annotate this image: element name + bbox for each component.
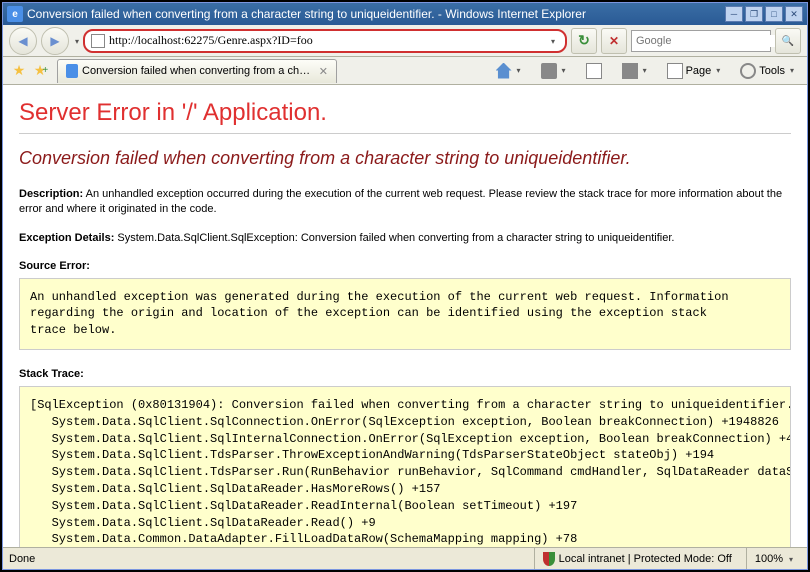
tabbar: ★ ★+ Conversion failed when converting f… xyxy=(3,57,807,85)
navbar xyxy=(3,25,807,57)
gear-icon xyxy=(740,63,756,79)
page-label: Page xyxy=(686,65,712,77)
page-icon xyxy=(667,63,683,79)
page-icon xyxy=(91,34,105,48)
zone-text: Local intranet | Protected Mode: Off xyxy=(559,553,732,565)
description: Description: An unhandled exception occu… xyxy=(19,187,791,217)
close-button[interactable]: ✕ xyxy=(785,6,803,22)
tools-label: Tools xyxy=(759,65,785,77)
feeds-button[interactable] xyxy=(534,60,573,82)
mail-button[interactable] xyxy=(579,60,609,82)
plus-icon: + xyxy=(42,65,48,76)
address-bar[interactable] xyxy=(83,29,567,53)
error-subheading: Conversion failed when converting from a… xyxy=(19,148,791,169)
add-favorite-button[interactable]: ★+ xyxy=(33,61,53,81)
zone-panel: Local intranet | Protected Mode: Off xyxy=(534,548,740,569)
refresh-icon xyxy=(578,32,590,49)
search-button[interactable] xyxy=(775,28,801,54)
home-button[interactable] xyxy=(489,60,528,82)
maximize-button[interactable]: □ xyxy=(765,6,783,22)
search-icon xyxy=(782,35,794,47)
nav-history-dropdown[interactable] xyxy=(73,35,79,47)
error-heading: Server Error in '/' Application. xyxy=(19,99,791,127)
source-error-box: An unhandled exception was generated dur… xyxy=(19,278,791,350)
home-icon xyxy=(496,63,512,79)
shield-icon xyxy=(543,552,555,566)
restore-button[interactable]: ❐ xyxy=(745,6,763,22)
refresh-button[interactable] xyxy=(571,28,597,54)
mail-icon xyxy=(586,63,602,79)
titlebar: e Conversion failed when converting from… xyxy=(3,3,807,25)
print-button[interactable] xyxy=(615,60,654,82)
stack-trace-label: Stack Trace: xyxy=(19,368,791,380)
search-input[interactable] xyxy=(636,35,778,47)
stack-trace-box: [SqlException (0x80131904): Conversion f… xyxy=(19,386,791,547)
tab-close-button[interactable]: ✕ xyxy=(319,65,328,78)
exception-details: Exception Details: System.Data.SqlClient… xyxy=(19,231,791,246)
favorites-button[interactable]: ★ xyxy=(9,61,29,81)
tab-label: Conversion failed when converting from a… xyxy=(82,65,313,77)
ie-icon xyxy=(66,64,78,78)
search-box[interactable] xyxy=(631,30,771,52)
stop-icon xyxy=(609,34,619,48)
status-text: Done xyxy=(9,553,35,565)
description-label: Description: xyxy=(19,188,83,200)
back-button[interactable] xyxy=(9,27,37,55)
zoom-panel[interactable]: 100% xyxy=(746,548,801,569)
arrow-right-icon xyxy=(50,34,59,48)
zoom-dropdown-icon xyxy=(787,553,793,565)
source-error-label: Source Error: xyxy=(19,260,791,272)
star-icon: ★ xyxy=(13,62,26,79)
divider xyxy=(19,133,791,134)
minimize-button[interactable]: ─ xyxy=(725,6,743,22)
url-input[interactable] xyxy=(109,33,545,48)
content-area[interactable]: Server Error in '/' Application. Convers… xyxy=(3,85,807,547)
tab-active[interactable]: Conversion failed when converting from a… xyxy=(57,59,337,83)
zoom-text: 100% xyxy=(755,553,783,565)
statusbar: Done Local intranet | Protected Mode: Of… xyxy=(3,547,807,569)
stop-button[interactable] xyxy=(601,28,627,54)
feed-icon xyxy=(541,63,557,79)
page-menu[interactable]: Page xyxy=(660,60,728,82)
description-text: An unhandled exception occurred during t… xyxy=(19,188,782,215)
exception-label: Exception Details: xyxy=(19,232,114,244)
window-title: Conversion failed when converting from a… xyxy=(27,7,725,21)
url-dropdown[interactable] xyxy=(545,35,559,47)
ie-icon: e xyxy=(7,6,23,22)
exception-text: System.Data.SqlClient.SqlException: Conv… xyxy=(114,232,674,244)
forward-button[interactable] xyxy=(41,27,69,55)
arrow-left-icon xyxy=(18,34,27,48)
tools-menu[interactable]: Tools xyxy=(733,60,801,82)
print-icon xyxy=(622,63,638,79)
